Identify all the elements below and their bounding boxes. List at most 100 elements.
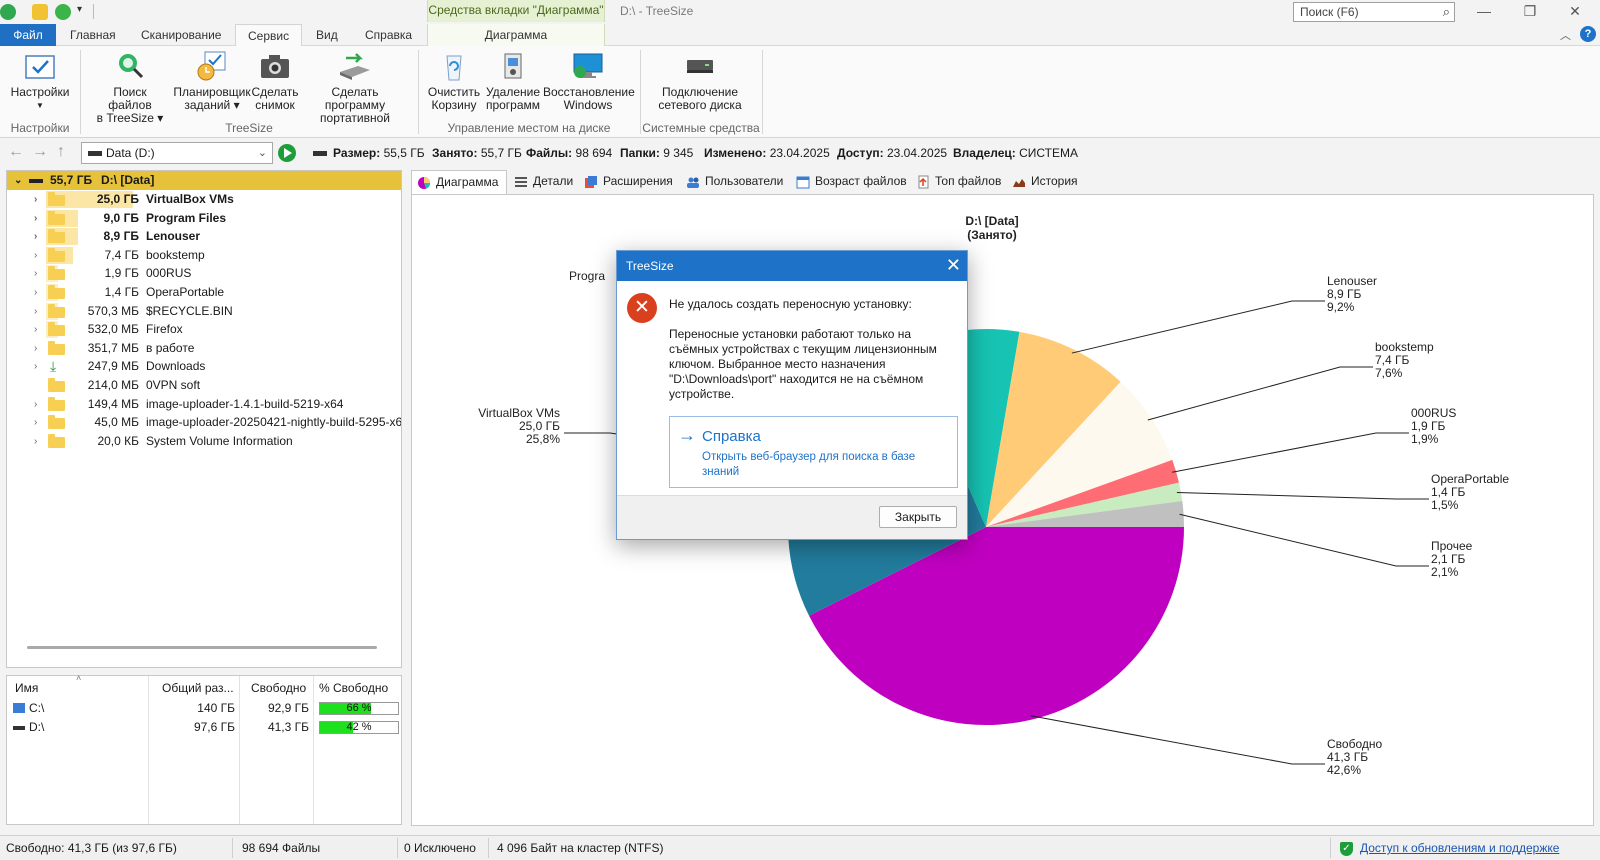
- drive-select[interactable]: Data (D:) ⌄: [81, 142, 273, 164]
- root-drive-icon: [29, 179, 43, 183]
- close-window-button[interactable]: ✕: [1552, 0, 1598, 22]
- settings-button[interactable]: Настройки ▼: [6, 50, 74, 112]
- slice-label: 2,1%: [1431, 565, 1459, 579]
- dialog-close-icon[interactable]: ✕: [946, 251, 961, 279]
- slice-label: 000RUS: [1411, 406, 1456, 420]
- col-header-name[interactable]: Имя: [15, 679, 38, 697]
- restore-label-2: Windows: [563, 98, 613, 112]
- tab-help[interactable]: Справка: [353, 24, 424, 46]
- tree-row[interactable]: › 20,0 КБ System Volume Information: [7, 432, 401, 451]
- tab-diagram[interactable]: Диаграмма: [427, 24, 605, 46]
- expand-icon[interactable]: ›: [34, 283, 37, 302]
- tab-view[interactable]: Вид: [304, 24, 350, 46]
- tree-item-size: 532,0 МБ: [87, 322, 139, 337]
- calendar-icon: [796, 176, 810, 189]
- drives-list[interactable]: Имя ˄ Общий раз... Свободно % Свободно C…: [6, 673, 402, 825]
- tab-scan[interactable]: Сканирование: [129, 24, 233, 46]
- collapse-icon[interactable]: ⌄: [14, 171, 22, 190]
- tab-details[interactable]: Детали: [509, 170, 573, 194]
- search-files-button[interactable]: Поиск файлов в TreeSize ▾: [90, 50, 170, 125]
- expand-icon[interactable]: ›: [34, 413, 37, 432]
- drive-row[interactable]: D:\ 97,6 ГБ 41,3 ГБ 42 %: [7, 718, 401, 737]
- tree-row[interactable]: › 1,4 ГБ OperaPortable: [7, 283, 401, 302]
- maximize-button[interactable]: ❐: [1507, 0, 1553, 22]
- col-header-pct-free[interactable]: % Свободно: [319, 679, 388, 697]
- empty-recycle-bin-button[interactable]: Очистить Корзину: [423, 50, 485, 112]
- expand-icon[interactable]: ›: [34, 432, 37, 451]
- tree-row[interactable]: › 149,4 МБ image-uploader-1.4.1-build-5219…: [7, 395, 401, 414]
- tree-row[interactable]: › 25,0 ГБ VirtualBox VMs: [7, 190, 401, 209]
- qat-dropdown-icon[interactable]: ▾: [77, 4, 82, 15]
- tab-file[interactable]: Файл: [0, 24, 56, 46]
- uninstall-programs-button[interactable]: Удаление программ: [483, 50, 543, 112]
- expand-icon[interactable]: ›: [34, 357, 37, 376]
- back-arrow-icon[interactable]: ←: [8, 143, 24, 161]
- tab-history-label: История: [1031, 174, 1078, 188]
- new-scan-icon[interactable]: [32, 4, 48, 20]
- expand-icon[interactable]: ›: [34, 264, 37, 283]
- tree-row[interactable]: › 1,9 ГБ 000RUS: [7, 264, 401, 283]
- col-header-free[interactable]: Свободно: [251, 679, 306, 697]
- tab-users[interactable]: Пользователи: [681, 170, 783, 194]
- map-network-drive-button[interactable]: Подключение сетевого диска: [650, 50, 750, 112]
- dialog-title: TreeSize: [626, 259, 674, 273]
- drive-info-icon: [313, 151, 327, 156]
- tree-row[interactable]: 214,0 МБ 0VPN soft: [7, 376, 401, 395]
- slice-label: Lenouser: [1327, 274, 1377, 288]
- expand-icon[interactable]: ›: [34, 246, 37, 265]
- tree-row[interactable]: › 7,4 ГБ bookstemp: [7, 246, 401, 265]
- tree-row[interactable]: › ⤓ 247,9 МБ Downloads: [7, 357, 401, 376]
- pct-free-text: 42 %: [346, 721, 372, 733]
- tree-root-row[interactable]: ⌄ 55,7 ГБ D:\ [Data]: [7, 171, 401, 190]
- horizontal-scrollbar[interactable]: [27, 646, 377, 649]
- scheduler-label-2: заданий ▾: [184, 98, 240, 112]
- help-icon[interactable]: ?: [1580, 26, 1596, 42]
- drive-row[interactable]: C:\ 140 ГБ 92,9 ГБ 66 %: [7, 699, 401, 718]
- tree-item-size: 149,4 МБ: [87, 396, 139, 411]
- tree-row[interactable]: › 351,7 МБ в работе: [7, 339, 401, 358]
- tree-row[interactable]: › 45,0 МБ image-uploader-20250421-nightly-…: [7, 413, 401, 432]
- up-arrow-icon[interactable]: ↑: [57, 143, 65, 161]
- folder-tree[interactable]: ⌄ 55,7 ГБ D:\ [Data] › 25,0 ГБ VirtualBox …: [6, 170, 402, 668]
- close-button[interactable]: Закрыть: [879, 506, 957, 528]
- expand-icon[interactable]: ›: [34, 395, 37, 414]
- tree-row[interactable]: › 9,0 ГБ Program Files: [7, 209, 401, 228]
- search-input[interactable]: Поиск (F6) ⌕: [1293, 2, 1455, 22]
- tree-row[interactable]: › 570,3 МБ $RECYCLE.BIN: [7, 302, 401, 321]
- make-portable-button[interactable]: Сделать программу портативной: [300, 50, 410, 125]
- tab-diagram-view[interactable]: Диаграмма: [411, 170, 507, 194]
- status-file-count: 98 694 Файлы: [242, 841, 321, 855]
- snapshot-button[interactable]: Сделать снимок: [250, 50, 300, 112]
- tab-service[interactable]: Сервис: [235, 24, 303, 47]
- tab-history[interactable]: История: [1007, 170, 1078, 194]
- expand-icon[interactable]: ›: [34, 302, 37, 321]
- minimize-button[interactable]: —: [1461, 0, 1507, 22]
- tab-file-age[interactable]: Возраст файлов: [791, 170, 907, 194]
- folder-icon: [48, 303, 65, 318]
- col-header-total[interactable]: Общий раз...: [162, 679, 234, 697]
- snapshot-label-2: снимок: [255, 98, 295, 112]
- tree-row[interactable]: › 532,0 МБ Firefox: [7, 320, 401, 339]
- expand-icon[interactable]: ›: [34, 320, 37, 339]
- expand-icon[interactable]: ›: [34, 190, 37, 209]
- expand-icon[interactable]: ›: [34, 339, 37, 358]
- scan-go-button[interactable]: [278, 144, 296, 162]
- info-used: Занято: 55,7 ГБ: [432, 146, 522, 160]
- windows-restore-button[interactable]: Восстановление Windows: [543, 50, 635, 112]
- help-command-link[interactable]: → Справка Открыть веб-браузер для поиска…: [669, 416, 958, 488]
- search-icon[interactable]: ⌕: [1443, 4, 1450, 20]
- forward-arrow-icon[interactable]: →: [32, 143, 48, 161]
- scheduler-button[interactable]: Планировщик заданий ▾: [172, 50, 252, 112]
- ribbon-collapse-icon[interactable]: ︿: [1560, 27, 1571, 43]
- tree-item-name: OperaPortable: [146, 285, 225, 299]
- tab-home[interactable]: Главная: [58, 24, 128, 46]
- tree-row[interactable]: › 8,9 ГБ Lenouser: [7, 227, 401, 246]
- tab-extensions[interactable]: Расширения: [579, 170, 673, 194]
- slice-label: 2,1 ГБ: [1431, 552, 1466, 566]
- expand-icon[interactable]: ›: [34, 227, 37, 246]
- expand-icon[interactable]: ›: [34, 209, 37, 228]
- updates-support-link[interactable]: Доступ к обновлениям и поддержке: [1360, 841, 1559, 855]
- tab-top-files[interactable]: Топ файлов: [911, 170, 1001, 194]
- refresh-icon[interactable]: [55, 4, 71, 20]
- status-separator: [488, 838, 489, 858]
